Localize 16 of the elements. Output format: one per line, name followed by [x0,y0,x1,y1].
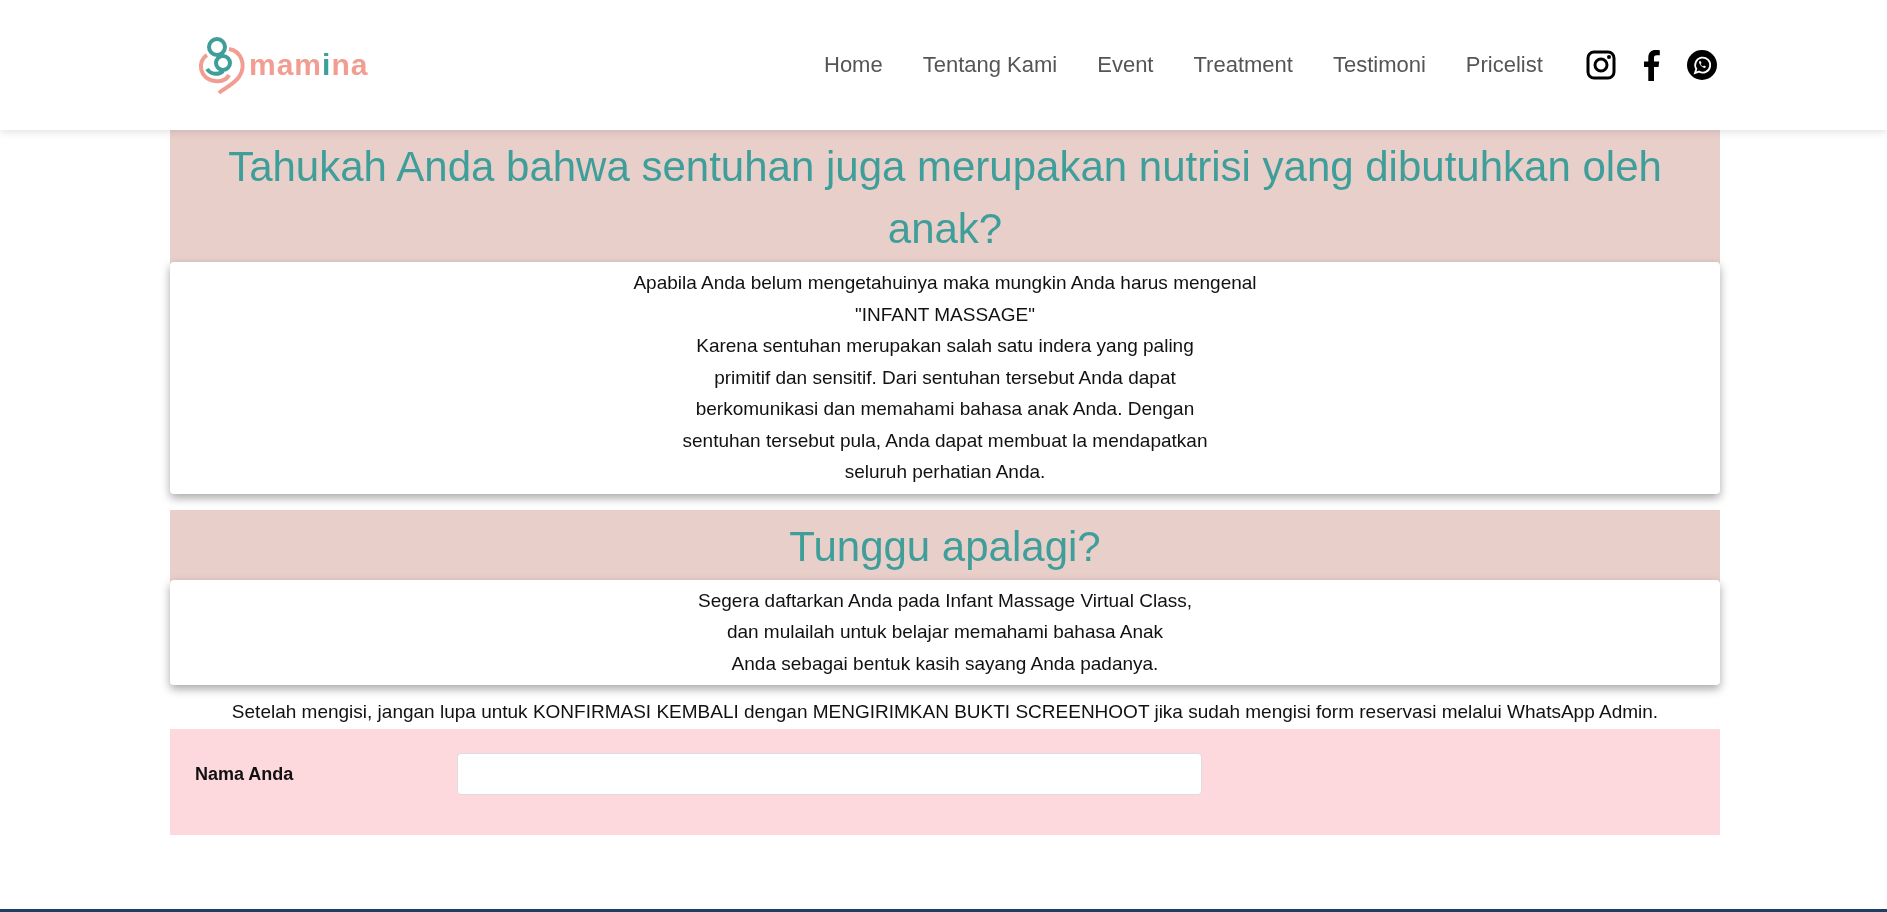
nav-link[interactable]: Testimoni [1332,52,1426,78]
card-paragraph: Apabila Anda belum mengetahuinya maka mungkin Anda harus mengenal "INFANT MASSAGE" Karena sentuhan merupakan salah satu indera yang paling primitif dan sensitif. Dari sentuhan tersebut Anda dapat berkomunikasi dan memahami bahasa anak Anda. Dengan sentuhan tersebut pula, Anda dapat membuat la mendapatkan seluruh perhatian Anda. [632,271,1258,484]
nav-link[interactable]: Treatment [1193,52,1293,78]
whatsapp-icon[interactable] [1686,49,1718,81]
notice-text: Setelah mengisi, jangan lupa untuk KONFIRMASI KEMBALI dengan MENGIRIMKAN BUKTI SCREENHOOT jika sudah mengisi form reservasi melalui WhatsApp Admin. [230,701,1660,723]
field-label: Nama Anda [195,763,295,785]
nav-link[interactable]: Pricelist [1465,52,1543,78]
instagram-icon[interactable] [1586,50,1616,80]
card-paragraph: Segera daftarkan Anda pada Infant Massage Virtual Class, dan mulailah untuk belajar memahami bahasa Anak Anda sebagai bentuk kasih sayang Anda padanya. [697,588,1193,676]
section-heading: Tahukah Anda bahwa sentuhan juga merupakan nutrisi yang dibutuhkan oleh anak? [227,142,1663,254]
nav-link[interactable]: Event [1097,52,1154,78]
nav-link[interactable]: Tentang Kami [922,52,1058,78]
nav-link[interactable]: Home [824,52,883,78]
facebook-icon[interactable] [1642,49,1660,81]
input-field[interactable] [457,753,1202,795]
section-heading: Tunggu apalagi? [788,521,1102,572]
